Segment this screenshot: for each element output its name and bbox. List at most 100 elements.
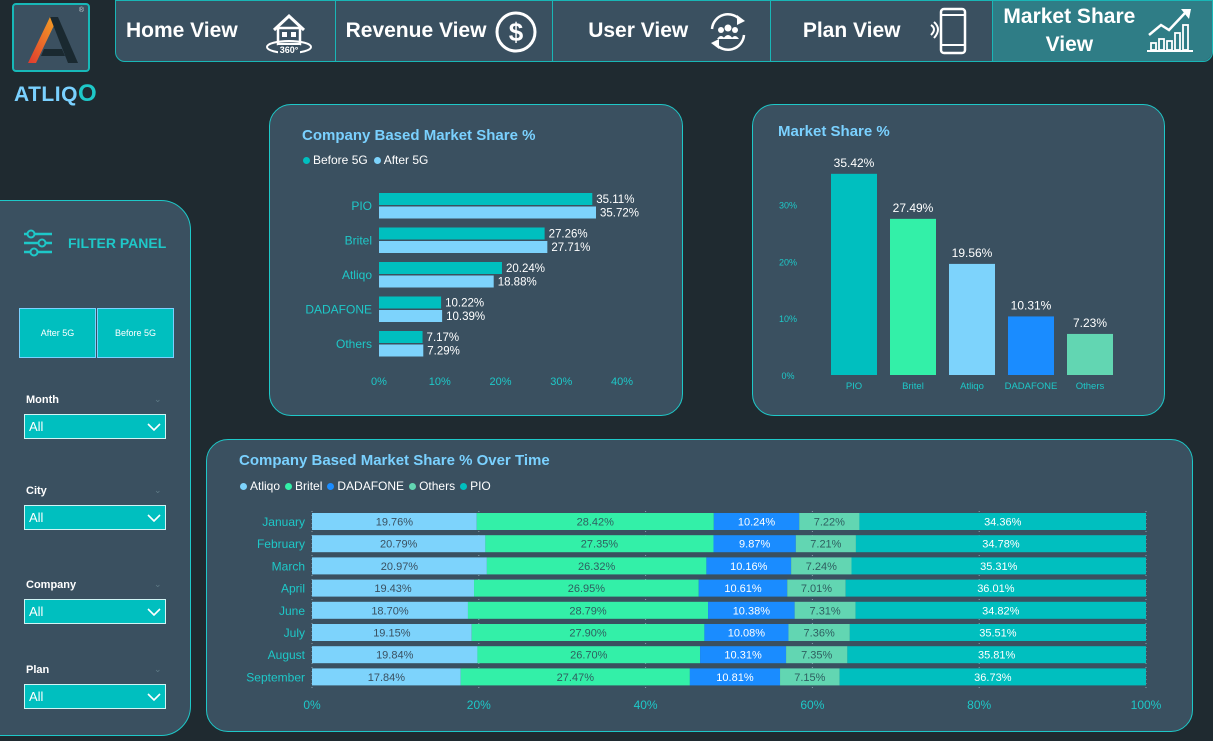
plan-select[interactable]: All <box>24 684 166 709</box>
svg-text:$: $ <box>508 17 523 47</box>
company-filter-label: Company <box>26 579 77 591</box>
x-tick-label: 40% <box>611 376 633 388</box>
bar <box>379 344 424 357</box>
data-label: 7.31% <box>810 605 841 617</box>
category-label: Atliqo <box>342 268 372 282</box>
data-label: 34.36% <box>984 517 1022 529</box>
before-5g-button[interactable]: Before 5G <box>97 308 174 358</box>
data-label: 10.31% <box>1011 298 1052 312</box>
city-select[interactable]: All <box>24 505 166 530</box>
data-label: 27.90% <box>569 628 607 640</box>
nav-home-view-label: Home View <box>126 19 238 42</box>
x-tick-label: DADAFONE <box>1005 381 1058 392</box>
data-label: 28.42% <box>577 517 615 529</box>
category-label: Britel <box>345 234 372 248</box>
company-select[interactable]: All <box>24 599 166 624</box>
bar <box>949 263 995 375</box>
filter-panel: FILTER PANEL After 5G Before 5G Month ⌄ … <box>0 200 191 736</box>
month-select[interactable]: All <box>24 414 166 439</box>
data-label: 7.15% <box>794 672 825 684</box>
plan-filter-label: Plan <box>26 664 50 676</box>
data-label: 7.29% <box>427 346 460 358</box>
data-label: 35.11% <box>596 194 634 206</box>
data-label: 19.84% <box>376 650 414 662</box>
x-tick-label: 30% <box>550 376 572 388</box>
chevron-down-icon: ⌄ <box>154 394 162 404</box>
x-tick-label: 80% <box>967 698 991 712</box>
data-label: 10.81% <box>716 672 754 684</box>
data-label: 19.15% <box>373 628 411 640</box>
bar <box>379 296 442 309</box>
data-label: 9.87% <box>739 539 770 551</box>
data-label: 7.01% <box>801 583 832 595</box>
data-label: 7.23% <box>1073 316 1107 330</box>
after-5g-button[interactable]: After 5G <box>19 308 96 358</box>
brand-name-text: ATLIQ <box>14 83 78 106</box>
chevron-down-icon <box>147 607 161 616</box>
data-label: 26.32% <box>578 561 616 573</box>
market-share-chart: 0% 10% 20% 30% 35.42% PIO 27.49% Britel 19.56% At… <box>779 156 1113 392</box>
data-label: 35.51% <box>979 628 1017 640</box>
nav-market-share-view[interactable]: Market Share View <box>993 1 1212 61</box>
chevron-down-icon: ⌄ <box>154 664 162 674</box>
x-tick-label: 20% <box>467 698 491 712</box>
bar <box>379 193 593 205</box>
logo: ® <box>12 3 90 72</box>
mobile-icon <box>930 7 967 55</box>
sliders-icon <box>24 229 52 257</box>
nav-revenue-view[interactable]: Revenue View $ <box>336 1 554 61</box>
data-label: 35.42% <box>834 156 875 170</box>
nav-user-view[interactable]: User View <box>553 1 771 61</box>
bar <box>379 227 545 240</box>
bar <box>831 173 877 375</box>
top-navigation: Home View 360° Revenue View $ User View … <box>115 0 1213 62</box>
y-tick-label: 20% <box>779 257 797 267</box>
data-label: 26.95% <box>568 583 606 595</box>
data-label: 27.49% <box>893 201 934 215</box>
category-label: July <box>284 626 305 640</box>
market-share-over-time-chart: 0% 20% 40% 60% 80% 100% January 19.76% 28.42% 10.… <box>246 511 1162 712</box>
data-label: 7.17% <box>427 332 460 344</box>
city-filter-label: City <box>26 485 47 497</box>
data-label: 7.24% <box>806 561 837 573</box>
data-label: 7.35% <box>801 650 832 662</box>
brand-name: ATLIQO <box>14 80 97 108</box>
category-label: August <box>268 648 306 662</box>
data-label: 10.22% <box>445 298 484 310</box>
chevron-down-icon: ⌄ <box>154 485 162 495</box>
data-label: 7.22% <box>814 517 845 529</box>
data-label: 18.88% <box>498 277 537 289</box>
bar <box>379 262 502 274</box>
data-label: 26.70% <box>570 650 608 662</box>
nav-home-view[interactable]: Home View 360° <box>116 1 336 61</box>
market-share-over-time-card: Company Based Market Share % Over Time A… <box>206 439 1193 732</box>
data-label: 28.79% <box>569 605 607 617</box>
dollar-icon: $ <box>495 11 537 53</box>
x-tick-label: 0% <box>371 376 387 388</box>
category-label: January <box>262 515 305 529</box>
bar <box>890 218 936 375</box>
chevron-down-icon <box>147 513 161 522</box>
data-label: 35.81% <box>978 650 1016 662</box>
y-tick-label: 0% <box>781 371 794 381</box>
nav-plan-view[interactable]: Plan View <box>771 1 994 61</box>
bar <box>379 241 548 253</box>
company-market-share-card: Company Based Market Share % Before 5G A… <box>269 104 683 416</box>
chevron-down-icon <box>147 422 161 431</box>
chevron-down-icon <box>147 692 161 701</box>
nav-market-share-line1: Market Share <box>1003 5 1136 28</box>
bar <box>379 206 596 219</box>
x-tick-label: 40% <box>634 698 658 712</box>
category-label: DADAFONE <box>305 303 372 317</box>
data-label: 10.16% <box>730 561 768 573</box>
x-tick-label: 20% <box>489 376 511 388</box>
x-tick-label: Others <box>1076 381 1105 392</box>
growth-chart-icon <box>1147 9 1194 52</box>
x-tick-label: Britel <box>902 381 924 392</box>
brand-name-suffix: O <box>77 80 98 107</box>
chevron-down-icon: ⌄ <box>154 579 162 589</box>
nav-user-view-label: User View <box>588 19 689 42</box>
category-label: February <box>257 537 305 551</box>
nav-market-share-view-label: Market Share View <box>1003 3 1135 59</box>
data-label: 36.73% <box>974 672 1012 684</box>
